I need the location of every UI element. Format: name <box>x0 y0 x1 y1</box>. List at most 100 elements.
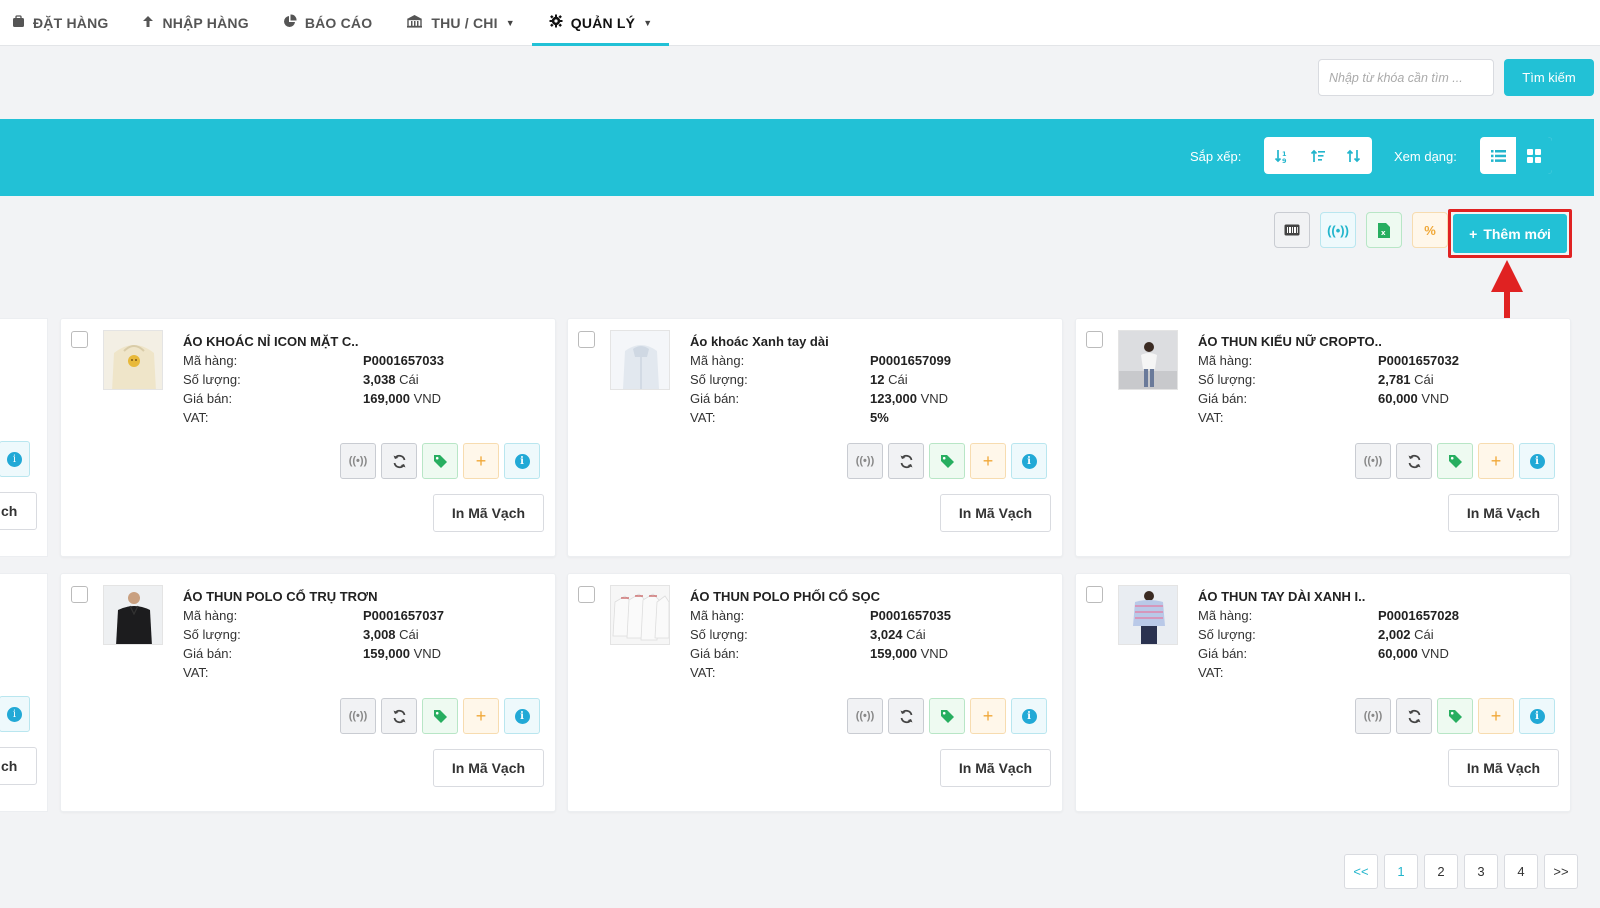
rfid-icon[interactable]: ((•)) <box>1320 212 1356 248</box>
select-checkbox[interactable] <box>71 586 88 603</box>
select-checkbox[interactable] <box>1086 586 1103 603</box>
qty-number: 3,008 <box>363 627 396 642</box>
plus-icon[interactable]: + <box>463 443 499 479</box>
excel-icon[interactable]: x <box>1366 212 1402 248</box>
print-barcode-button[interactable]: In Mã Vạch <box>940 494 1051 532</box>
rfid-icon[interactable]: ((•)) <box>847 698 883 734</box>
print-barcode-button[interactable]: In Mã Vạch <box>1448 749 1559 787</box>
nav-bao-cao[interactable]: BÁO CÁO <box>266 0 390 45</box>
sort-toggle-icon[interactable] <box>1336 137 1372 174</box>
product-title[interactable]: Áo khoác Xanh tay dài <box>690 334 829 349</box>
refresh-icon[interactable] <box>1396 698 1432 734</box>
print-barcode-button[interactable]: ch <box>0 492 37 530</box>
sort-buttons: 19 <box>1264 137 1372 174</box>
info-icon[interactable]: i <box>504 698 540 734</box>
code-text: P0001657099 <box>870 353 951 368</box>
search-button[interactable]: Tìm kiếm <box>1504 59 1594 96</box>
plus-icon[interactable]: + <box>1478 698 1514 734</box>
refresh-icon[interactable] <box>888 698 924 734</box>
product-thumbnail[interactable] <box>1118 585 1178 645</box>
plus-icon[interactable]: + <box>970 698 1006 734</box>
search-input[interactable] <box>1318 59 1494 96</box>
info-icon[interactable]: i <box>1011 443 1047 479</box>
page-next-button[interactable]: >> <box>1544 854 1578 889</box>
plus-icon[interactable]: + <box>463 698 499 734</box>
product-title[interactable]: ÁO THUN TAY DÀI XANH I.. <box>1198 589 1365 604</box>
list-view-icon[interactable] <box>1480 137 1516 174</box>
product-thumbnail[interactable] <box>610 585 670 645</box>
qty-value: 3,024 Cái <box>870 627 926 642</box>
page-4-button[interactable]: 4 <box>1504 854 1538 889</box>
vat-label: VAT: <box>183 410 209 425</box>
code-value: P0001657032 <box>1378 353 1459 368</box>
code-label: Mã hàng: <box>690 353 745 368</box>
tag-icon[interactable] <box>1437 443 1473 479</box>
select-checkbox[interactable] <box>1086 331 1103 348</box>
code-value: P0001657099 <box>870 353 951 368</box>
nav-thu-chi[interactable]: THU / CHI ▼ <box>389 0 531 45</box>
add-new-button[interactable]: + Thêm mới <box>1453 214 1567 253</box>
page-2-button[interactable]: 2 <box>1424 854 1458 889</box>
card-actions: ((•)) + i <box>847 443 1047 479</box>
tag-icon[interactable] <box>929 698 965 734</box>
price-value: 60,000 VND <box>1378 391 1449 406</box>
plus-icon[interactable]: + <box>970 443 1006 479</box>
price-currency: VND <box>920 391 949 406</box>
vat-label: VAT: <box>690 665 716 680</box>
rfid-icon[interactable]: ((•)) <box>340 698 376 734</box>
rfid-icon[interactable]: ((•)) <box>1355 443 1391 479</box>
info-icon[interactable]: i <box>0 441 30 477</box>
nav-quan-ly[interactable]: QUẢN LÝ ▼ <box>531 0 670 46</box>
price-currency: VND <box>1421 391 1449 406</box>
barcode-icon[interactable] <box>1274 212 1310 248</box>
product-thumbnail[interactable] <box>103 330 163 390</box>
refresh-icon[interactable] <box>381 443 417 479</box>
info-icon[interactable]: i <box>1519 443 1555 479</box>
info-icon[interactable]: i <box>1519 698 1555 734</box>
nav-dat-hang[interactable]: ĐẶT HÀNG <box>12 0 125 45</box>
toolbar: Sắp xếp: 19 Xem dạng: <box>0 119 1594 196</box>
qty-number: 2,781 <box>1378 372 1411 387</box>
page-1-button[interactable]: 1 <box>1384 854 1418 889</box>
percent-icon[interactable]: % <box>1412 212 1448 248</box>
product-title[interactable]: ÁO THUN POLO PHỐI CỔ SỌC <box>690 589 880 604</box>
price-value: 123,000 VND <box>870 391 948 406</box>
tag-icon[interactable] <box>422 443 458 479</box>
refresh-icon[interactable] <box>1396 443 1432 479</box>
tag-icon[interactable] <box>929 443 965 479</box>
nav-label: QUẢN LÝ <box>570 14 636 31</box>
print-barcode-button[interactable]: In Mã Vạch <box>433 494 544 532</box>
refresh-icon[interactable] <box>381 698 417 734</box>
product-thumbnail[interactable] <box>610 330 670 390</box>
grid-view-icon[interactable] <box>1516 137 1552 174</box>
sort-asc-icon[interactable] <box>1300 137 1336 174</box>
plus-icon[interactable]: + <box>1478 443 1514 479</box>
page-3-button[interactable]: 3 <box>1464 854 1498 889</box>
product-thumbnail[interactable] <box>1118 330 1178 390</box>
info-icon[interactable]: i <box>0 696 30 732</box>
page-prev-button[interactable]: << <box>1344 854 1378 889</box>
tag-icon[interactable] <box>422 698 458 734</box>
print-barcode-button[interactable]: ch <box>0 747 37 785</box>
product-title[interactable]: ÁO THUN KIỂU NỮ CROPTO.. <box>1198 334 1382 349</box>
sort-desc-icon[interactable]: 19 <box>1264 137 1300 174</box>
price-currency: VND <box>413 646 442 661</box>
rfid-icon[interactable]: ((•)) <box>340 443 376 479</box>
rfid-icon[interactable]: ((•)) <box>1355 698 1391 734</box>
info-icon[interactable]: i <box>1011 698 1047 734</box>
nav-nhap-hang[interactable]: NHẬP HÀNG <box>125 0 265 45</box>
product-title[interactable]: ÁO THUN POLO CỔ TRỤ TRƠN <box>183 589 378 604</box>
product-title[interactable]: ÁO KHOÁC NỈ ICON MẶT C.. <box>183 334 359 349</box>
print-barcode-button[interactable]: In Mã Vạch <box>433 749 544 787</box>
select-checkbox[interactable] <box>578 586 595 603</box>
select-checkbox[interactable] <box>71 331 88 348</box>
tag-icon[interactable] <box>1437 698 1473 734</box>
print-barcode-button[interactable]: In Mã Vạch <box>1448 494 1559 532</box>
rfid-icon[interactable]: ((•)) <box>847 443 883 479</box>
info-icon[interactable]: i <box>504 443 540 479</box>
card-actions: ((•)) + i <box>1355 698 1555 734</box>
refresh-icon[interactable] <box>888 443 924 479</box>
product-thumbnail[interactable] <box>103 585 163 645</box>
select-checkbox[interactable] <box>578 331 595 348</box>
print-barcode-button[interactable]: In Mã Vạch <box>940 749 1051 787</box>
